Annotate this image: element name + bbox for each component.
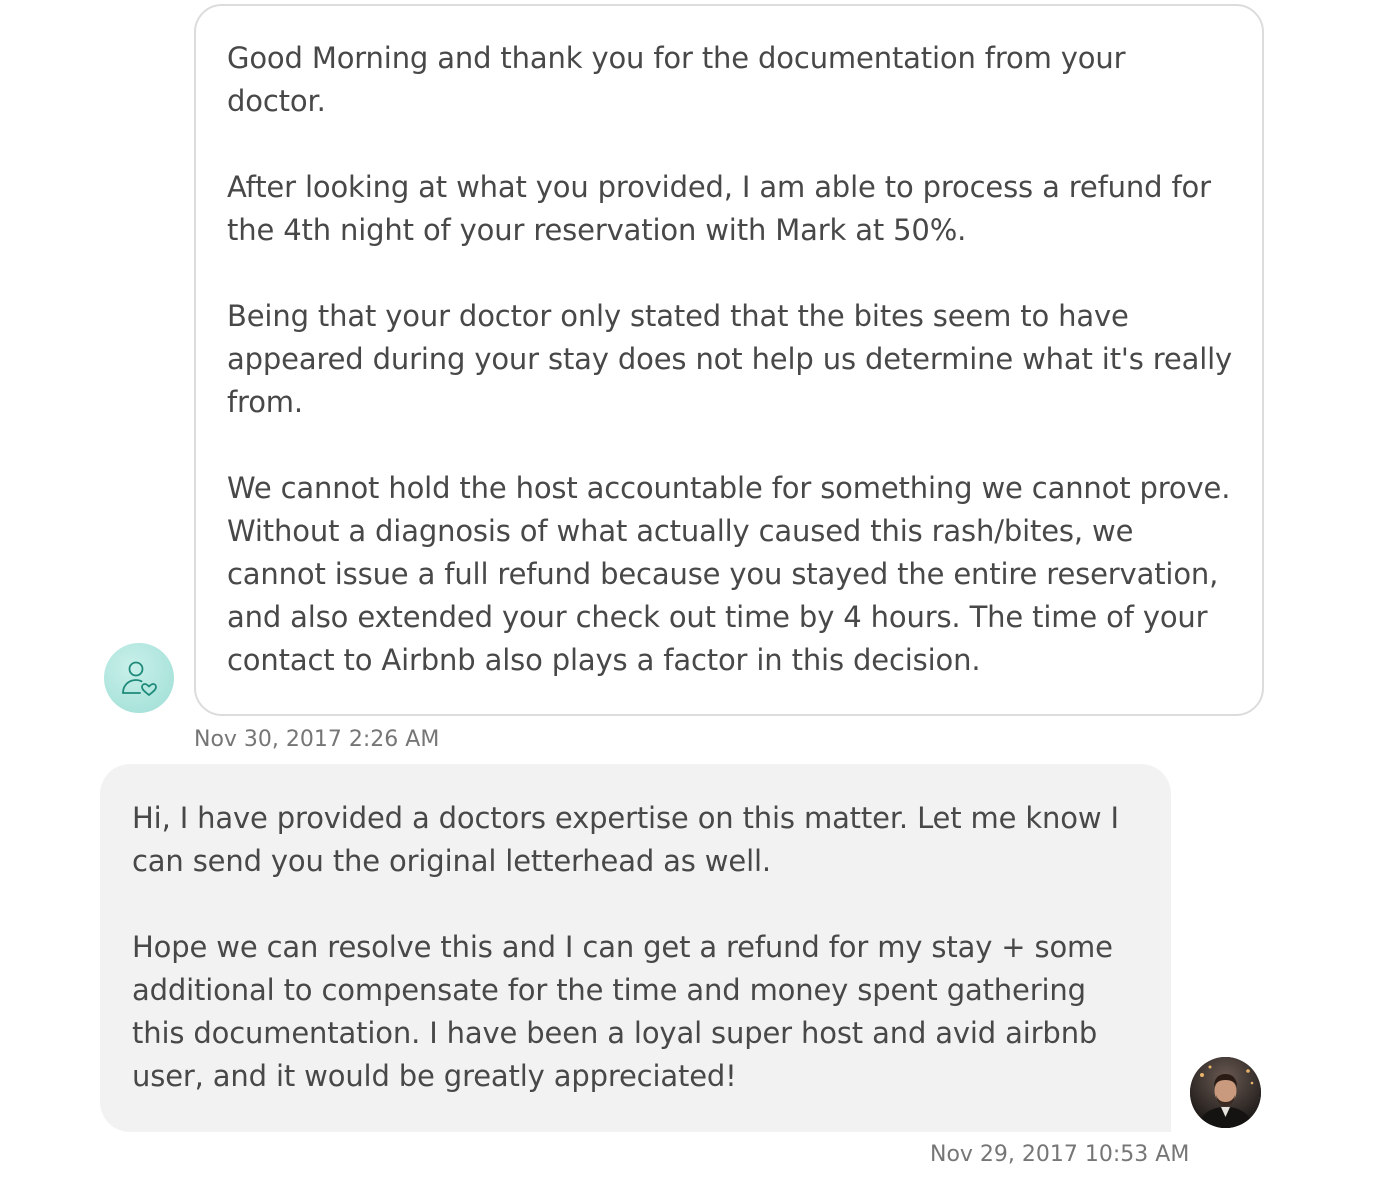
message-paragraph: Being that your doctor only stated that … [227,299,1233,419]
message-paragraph: Hi, I have provided a doctors expertise … [132,801,1119,878]
user-avatar-photo [1190,1057,1261,1128]
user-avatar[interactable] [1190,1057,1261,1128]
user-message-bubble: Hi, I have provided a doctors expertise … [100,764,1171,1132]
message-paragraph: Good Morning and thank you for the docum… [227,41,1126,118]
support-message-bubble: Good Morning and thank you for the docum… [194,4,1264,716]
support-person-heart-icon [122,661,157,696]
message-paragraph: We cannot hold the host accountable for … [227,471,1231,677]
message-timestamp: Nov 29, 2017 10:53 AM [930,1142,1190,1167]
message-paragraph: Hope we can resolve this and I can get a… [132,930,1113,1093]
support-avatar[interactable] [104,643,174,713]
message-timestamp: Nov 30, 2017 2:26 AM [194,727,440,752]
message-paragraph: After looking at what you provided, I am… [227,170,1211,247]
